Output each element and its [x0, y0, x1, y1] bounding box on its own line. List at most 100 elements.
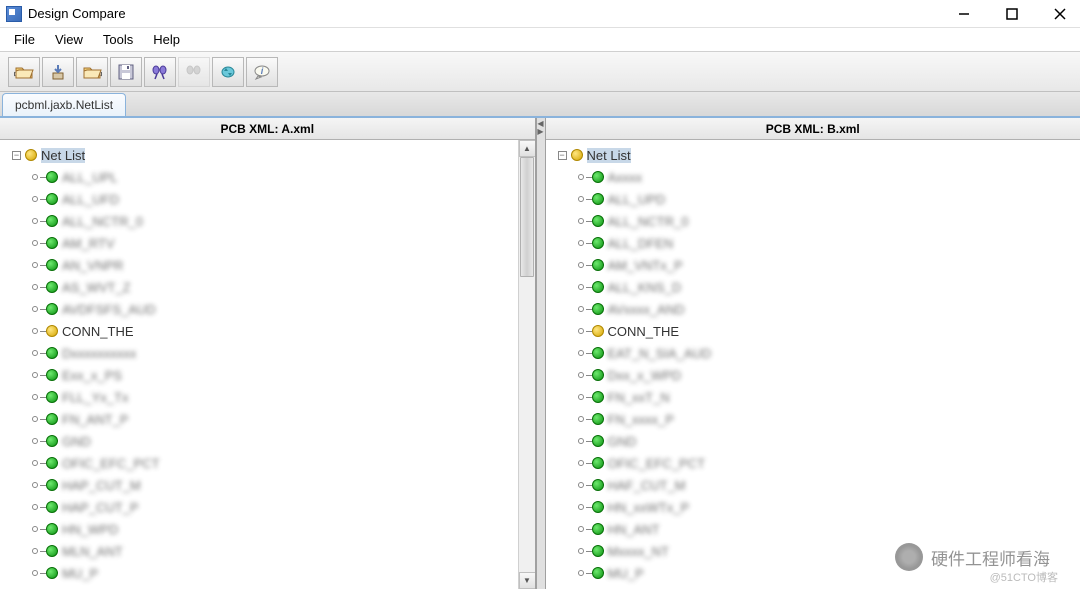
tree-node[interactable]: AM_RTV [4, 232, 531, 254]
node-label: MU_P [62, 566, 98, 581]
node-label: AS_WVT_Z [62, 280, 131, 295]
tree-node[interactable]: HAF_CUT_M [550, 474, 1077, 496]
tree-node[interactable]: GND [4, 430, 531, 452]
node-label: HN_xxWTx_P [608, 500, 690, 515]
tree-node[interactable]: AVxxxx_AND [550, 298, 1077, 320]
tree-node[interactable]: ALL_UPD [550, 188, 1077, 210]
collapse-icon[interactable]: − [12, 151, 21, 160]
node-label: Axxxx [608, 170, 643, 185]
splitter-right-icon: ▶ [537, 128, 543, 136]
tree-node[interactable]: Exx_x_PS [4, 364, 531, 386]
tree-node[interactable]: FLL_Yx_Tx [4, 386, 531, 408]
menu-tools[interactable]: Tools [93, 29, 143, 50]
import-button[interactable] [42, 57, 74, 87]
tree-node[interactable]: MLN_ANT [4, 540, 531, 562]
right-pane-header: PCB XML: B.xml [546, 118, 1080, 140]
tree-node[interactable]: Axxxx [550, 166, 1077, 188]
match-icon [592, 501, 604, 513]
menu-file[interactable]: File [4, 29, 45, 50]
minimize-button[interactable] [950, 4, 978, 24]
node-label: CONN_THE [608, 324, 680, 339]
refresh-button[interactable] [212, 57, 244, 87]
left-pane-header: PCB XML: A.xml [0, 118, 535, 140]
close-button[interactable] [1046, 4, 1074, 24]
tree-node[interactable]: HN_xxWTx_P [550, 496, 1077, 518]
tree-node[interactable]: Dxxxxxxxxxx [4, 342, 531, 364]
compare-area: PCB XML: A.xml − Net List ALL_UPLALL_UFD… [0, 118, 1080, 589]
match-icon [46, 259, 58, 271]
tree-node[interactable]: OFIC_EFC_PCT [550, 452, 1077, 474]
root-label: Net List [587, 148, 631, 163]
tree-node[interactable]: Dxx_x_WPD [550, 364, 1077, 386]
match-icon [592, 413, 604, 425]
match-icon [592, 435, 604, 447]
tree-node[interactable]: CONN_THE [4, 320, 531, 342]
right-tree[interactable]: − Net List Axxxx ALL_UPDALL_NCTR_0ALL_DFE… [546, 140, 1080, 589]
tree-node[interactable]: ALL_UPL [4, 166, 531, 188]
match-icon [592, 545, 604, 557]
tree-node[interactable]: ALL_UFD [4, 188, 531, 210]
scroll-up-button[interactable]: ▲ [519, 140, 535, 157]
node-label: FN_xxT_N [608, 390, 670, 405]
tree-node[interactable]: MU_P [4, 562, 531, 584]
menu-help[interactable]: Help [143, 29, 190, 50]
node-label: HAP_CUT_P [62, 500, 139, 515]
tree-node[interactable]: GND [550, 430, 1077, 452]
tree-node[interactable]: HAP_CUT_P [4, 496, 531, 518]
match-icon [46, 303, 58, 315]
match-icon [46, 391, 58, 403]
save-button[interactable] [110, 57, 142, 87]
tree-node[interactable]: AS_WVT_Z [4, 276, 531, 298]
tree-node[interactable]: FN_ANT_P [4, 408, 531, 430]
node-label: AM_RTV [62, 236, 115, 251]
tree-node[interactable]: AM_VNTx_P [550, 254, 1077, 276]
tree-node[interactable]: FN_xxT_N [550, 386, 1077, 408]
tree-node[interactable]: OFIC_EFC_PCT [4, 452, 531, 474]
scroll-down-button[interactable]: ▼ [519, 572, 535, 589]
tree-node[interactable]: AVDFSFS_AUD [4, 298, 531, 320]
tree-node[interactable]: FN_xxxx_P [550, 408, 1077, 430]
node-label: FLL_Yx_Tx [62, 390, 128, 405]
tree-node[interactable]: EAT_N_SIA_AUD [550, 342, 1077, 364]
scroll-thumb[interactable] [520, 157, 534, 277]
match-icon [46, 281, 58, 293]
node-label: HN_WPD [62, 522, 118, 537]
tree-node[interactable]: ALL_KNS_D [550, 276, 1077, 298]
tab-netlist[interactable]: pcbml.jaxb.NetList [2, 93, 126, 116]
node-label: FN_xxxx_P [608, 412, 674, 427]
tree-node[interactable]: AN_VNPR [4, 254, 531, 276]
open-left-button[interactable] [8, 57, 40, 87]
tree-node[interactable]: HN_WPD [4, 518, 531, 540]
left-tree[interactable]: − Net List ALL_UPLALL_UFDALL_NCTR_0 AM_RT… [0, 140, 535, 589]
tree-root[interactable]: − Net List [4, 144, 531, 166]
help-button[interactable]: i [246, 57, 278, 87]
tree-root[interactable]: − Net List [550, 144, 1077, 166]
tree-node[interactable]: CONN_THE [550, 320, 1077, 342]
node-label: GND [62, 434, 91, 449]
tree-node[interactable]: HN_ANT [550, 518, 1077, 540]
splitter[interactable]: ◀ ▶ [536, 118, 546, 589]
open-right-button[interactable] [76, 57, 108, 87]
menu-view[interactable]: View [45, 29, 93, 50]
tab-strip: pcbml.jaxb.NetList [0, 92, 1080, 118]
tree-node[interactable]: ALL_DFEN [550, 232, 1077, 254]
left-scrollbar[interactable]: ▲ ▼ [518, 140, 535, 589]
app-icon [6, 6, 22, 22]
match-icon [592, 171, 604, 183]
node-label: EAT_N_SIA_AUD [608, 346, 712, 361]
node-label: Dxx_x_WPD [608, 368, 682, 383]
node-label: HAF_CUT_M [608, 478, 686, 493]
tree-node[interactable]: HAP_CUT_M [4, 474, 531, 496]
tree-node[interactable]: ALL_NCTR_0 [550, 210, 1077, 232]
match-icon [592, 391, 604, 403]
find-button[interactable] [144, 57, 176, 87]
match-icon [46, 369, 58, 381]
maximize-button[interactable] [998, 4, 1026, 24]
node-label: MU_P [608, 566, 644, 581]
folder-icon [571, 149, 583, 161]
tree-node[interactable]: ALL_NCTR_0 [4, 210, 531, 232]
watermark-logo-icon [895, 543, 923, 571]
collapse-icon[interactable]: − [558, 151, 567, 160]
node-label: HAP_CUT_M [62, 478, 141, 493]
find-next-button [178, 57, 210, 87]
